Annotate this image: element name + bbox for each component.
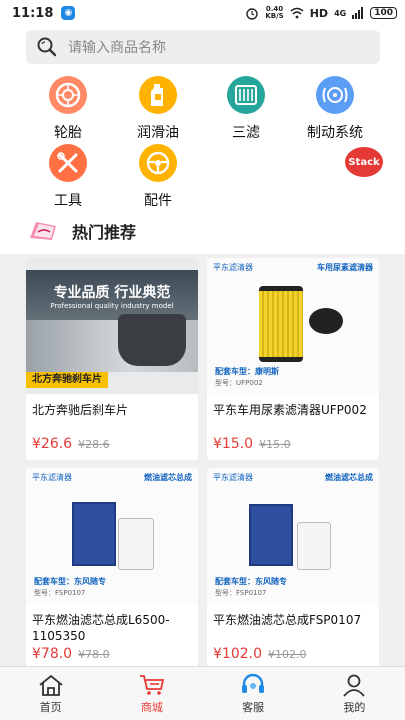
headset-icon [242, 673, 265, 693]
product-box-illustration [72, 502, 116, 566]
product-old-price: ¥78.0 [78, 648, 110, 661]
category-grid: 轮胎 润滑油 三滤 制动系统 工具 配件 Stack [0, 72, 405, 210]
hot-recommend-header: 热门推荐 [0, 208, 405, 254]
network-type: HD [309, 6, 329, 20]
product-card[interactable]: 平东滤清器 车用尿素滤清器 配套车型：康明斯 型号：UFP002 平东车用尿素滤… [207, 258, 379, 460]
product-price: ¥15.0 [213, 436, 254, 452]
category-lubricant[interactable]: 润滑油 [118, 76, 198, 142]
filter-cartridge-illustration [259, 286, 303, 362]
gasket-illustration [309, 308, 343, 334]
stack-debug-button[interactable]: Stack [345, 147, 383, 177]
product-image: 平东滤清器 车用尿素滤清器 配套车型：康明斯 型号：UFP002 [207, 258, 379, 394]
product-old-price: ¥102.0 [268, 648, 307, 661]
steering-wheel-icon [139, 144, 177, 182]
product-prices: ¥26.6 ¥28.6 [32, 436, 110, 452]
brand-logo: 平东滤清器 [213, 473, 253, 482]
notification-app-icon: ◉ [61, 6, 76, 20]
battery-indicator: 100 [370, 7, 397, 19]
product-tag: 车用尿素滤清器 [317, 263, 373, 272]
oil-bottle-icon [139, 76, 177, 114]
home-icon [39, 674, 63, 696]
brake-pad-illustration [118, 314, 186, 366]
status-bar: 11:18 ◉ 0.40 KB/S HD 4G 100 [0, 0, 405, 26]
signal-icon [352, 7, 364, 19]
product-grid: 专业品质 行业典范 Professional quality industry … [0, 254, 405, 670]
product-caption: 北方奔驰刹车片 [26, 372, 108, 388]
filter-icon [227, 76, 265, 114]
user-icon [343, 674, 366, 697]
product-name: 平东车用尿素滤清器UFP002 [213, 403, 367, 417]
category-tire[interactable]: 轮胎 [28, 76, 108, 142]
product-price: ¥78.0 [32, 646, 73, 662]
part-number: 型号：FSP0107 [215, 589, 267, 597]
network-speed: 0.40 KB/S [265, 5, 284, 20]
cart-icon [139, 674, 164, 695]
product-image: 平东滤清器 燃油滤芯总成 配套车型：东风随专 型号：FSP0107 [207, 468, 379, 604]
category-filters[interactable]: 三滤 [206, 76, 286, 142]
category-tools[interactable]: 工具 [28, 144, 108, 210]
brand-logo: 平东滤清器 [32, 473, 72, 482]
category-brake-system[interactable]: 制动系统 [295, 76, 375, 142]
tire-icon [49, 76, 87, 114]
product-name: 北方奔驰后刹车片 [32, 403, 129, 417]
brake-icon [316, 76, 354, 114]
bottom-tab-bar: 首页 商城 客服 我的 [0, 666, 405, 720]
tab-customer-service[interactable]: 客服 [203, 667, 304, 720]
wifi-icon [290, 7, 304, 19]
product-price: ¥102.0 [213, 646, 262, 662]
product-price: ¥26.6 [32, 436, 73, 452]
product-card[interactable]: 平东滤清器 燃油滤芯总成 配套车型：东风随专 型号：FSP0107 平东燃油滤芯… [26, 468, 198, 670]
product-old-price: ¥28.6 [78, 438, 110, 451]
product-prices: ¥102.0 ¥102.0 [213, 646, 307, 662]
alarm-icon [246, 8, 259, 20]
hot-recommend-icon [30, 222, 56, 240]
product-banner: 专业品质 行业典范 [53, 285, 171, 301]
product-old-price: ¥15.0 [259, 438, 291, 451]
model-label: 配套车型：东风随专 [215, 577, 287, 586]
product-card[interactable]: 专业品质 行业典范 Professional quality industry … [26, 258, 198, 460]
tab-mall[interactable]: 商城 [101, 667, 202, 720]
product-prices: ¥15.0 ¥15.0 [213, 436, 291, 452]
brand-logo: 平东滤清器 [213, 263, 253, 272]
tools-icon [49, 144, 87, 182]
header: 请输入商品名称 [0, 26, 405, 72]
hot-recommend-title: 热门推荐 [72, 223, 137, 242]
part-number: 型号：UFP002 [215, 379, 263, 387]
filter-canister-illustration [297, 522, 331, 570]
part-number: 型号：FSP0107 [34, 589, 86, 597]
tab-home[interactable]: 首页 [0, 667, 101, 720]
product-banner-sub: Professional quality industry model [50, 302, 174, 310]
model-label: 配套车型：东风随专 [34, 577, 106, 586]
category-parts[interactable]: 配件 [118, 144, 198, 210]
product-name: 平东燃油滤芯总成FSP0107 [213, 613, 362, 627]
tab-mine[interactable]: 我的 [304, 667, 405, 720]
product-card[interactable]: 平东滤清器 燃油滤芯总成 配套车型：东风随专 型号：FSP0107 平东燃油滤芯… [207, 468, 379, 670]
product-image: 专业品质 行业典范 Professional quality industry … [26, 258, 198, 394]
signal-label: 4G [334, 8, 347, 18]
search-placeholder: 请输入商品名称 [68, 40, 166, 56]
filter-canister-illustration [118, 518, 154, 570]
product-image: 平东滤清器 燃油滤芯总成 配套车型：东风随专 型号：FSP0107 [26, 468, 198, 604]
status-icons: 0.40 KB/S HD 4G 100 [245, 6, 397, 20]
model-label: 配套车型：康明斯 [215, 367, 279, 376]
product-box-illustration [249, 504, 293, 566]
product-tag: 燃油滤芯总成 [144, 473, 192, 482]
product-prices: ¥78.0 ¥78.0 [32, 646, 110, 662]
product-tag: 燃油滤芯总成 [325, 473, 373, 482]
product-name: 平东燃油滤芯总成L6500-1105350 [32, 613, 170, 643]
status-time: 11:18 [12, 5, 54, 21]
search-icon [37, 37, 57, 57]
search-input[interactable]: 请输入商品名称 [26, 30, 380, 64]
